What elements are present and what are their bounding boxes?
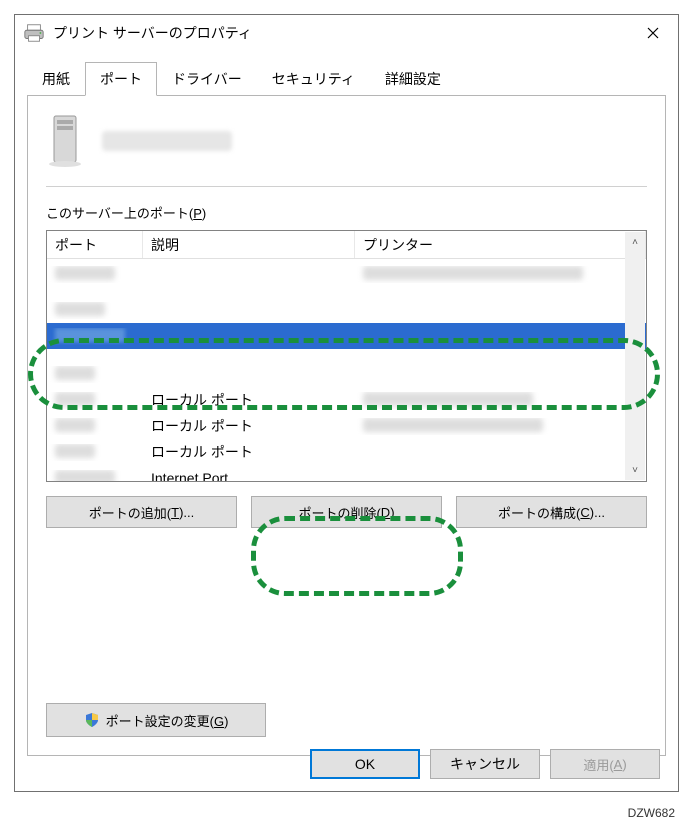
server-name-blurred bbox=[102, 131, 232, 151]
image-reference-id: DZW682 bbox=[628, 806, 675, 820]
column-port[interactable]: ポート bbox=[47, 231, 143, 258]
list-row[interactable] bbox=[47, 261, 646, 287]
list-row[interactable]: ローカル ポート bbox=[47, 413, 646, 439]
ports-on-server-label: このサーバー上のポート(P) bbox=[46, 203, 647, 222]
tab-strip: 用紙 ポート ドライバー セキュリティ 詳細設定 bbox=[27, 61, 666, 96]
list-row-selected[interactable] bbox=[47, 323, 646, 349]
close-button[interactable] bbox=[630, 17, 676, 49]
ok-button[interactable]: OK bbox=[310, 749, 420, 779]
printer-icon bbox=[23, 23, 45, 43]
scrollbar[interactable]: ˄ ˅ bbox=[625, 232, 645, 480]
divider bbox=[46, 186, 647, 187]
window-title: プリント サーバーのプロパティ bbox=[53, 23, 630, 43]
delete-port-button[interactable]: ポートの削除(D) bbox=[251, 496, 442, 528]
close-icon bbox=[647, 27, 659, 39]
add-port-button[interactable]: ポートの追加(T)... bbox=[46, 496, 237, 528]
server-info-row bbox=[46, 110, 647, 182]
shield-icon bbox=[84, 712, 100, 728]
dialog-button-row: OK キャンセル 適用(A) bbox=[310, 749, 660, 779]
tab-ports[interactable]: ポート bbox=[85, 62, 157, 96]
tab-paper[interactable]: 用紙 bbox=[27, 62, 85, 96]
configure-port-button[interactable]: ポートの構成(C)... bbox=[456, 496, 647, 528]
tab-drivers[interactable]: ドライバー bbox=[157, 62, 257, 96]
cancel-button[interactable]: キャンセル bbox=[430, 749, 540, 779]
list-row[interactable] bbox=[47, 297, 646, 323]
apply-button[interactable]: 適用(A) bbox=[550, 749, 660, 779]
list-row[interactable] bbox=[47, 361, 646, 387]
server-icon bbox=[46, 114, 88, 168]
column-description[interactable]: 説明 bbox=[143, 231, 355, 258]
change-port-settings-button[interactable]: ポート設定の変更(G) bbox=[46, 703, 266, 737]
tab-content-ports: このサーバー上のポート(P) ポート 説明 プリンター bbox=[27, 96, 666, 756]
list-row[interactable]: ローカル ポート bbox=[47, 439, 646, 465]
list-body: ローカル ポート ローカル ポート ローカル ポート bbox=[47, 259, 646, 481]
column-printer[interactable]: プリンター bbox=[355, 231, 646, 258]
scroll-up-icon[interactable]: ˄ bbox=[625, 232, 645, 252]
port-buttons-row: ポートの追加(T)... ポートの削除(D) ポートの構成(C)... bbox=[46, 496, 647, 528]
print-server-properties-window: プリント サーバーのプロパティ 用紙 ポート ドライバー セキュリティ 詳細設定 bbox=[14, 14, 679, 792]
titlebar: プリント サーバーのプロパティ bbox=[15, 15, 678, 51]
ports-listbox[interactable]: ポート 説明 プリンター bbox=[46, 230, 647, 482]
list-row[interactable]: ローカル ポート bbox=[47, 387, 646, 413]
tab-advanced[interactable]: 詳細設定 bbox=[370, 62, 456, 96]
scroll-down-icon[interactable]: ˅ bbox=[625, 460, 645, 480]
tab-security[interactable]: セキュリティ bbox=[257, 62, 370, 96]
list-header: ポート 説明 プリンター bbox=[47, 231, 646, 259]
list-row[interactable]: Internet Port bbox=[47, 465, 646, 481]
